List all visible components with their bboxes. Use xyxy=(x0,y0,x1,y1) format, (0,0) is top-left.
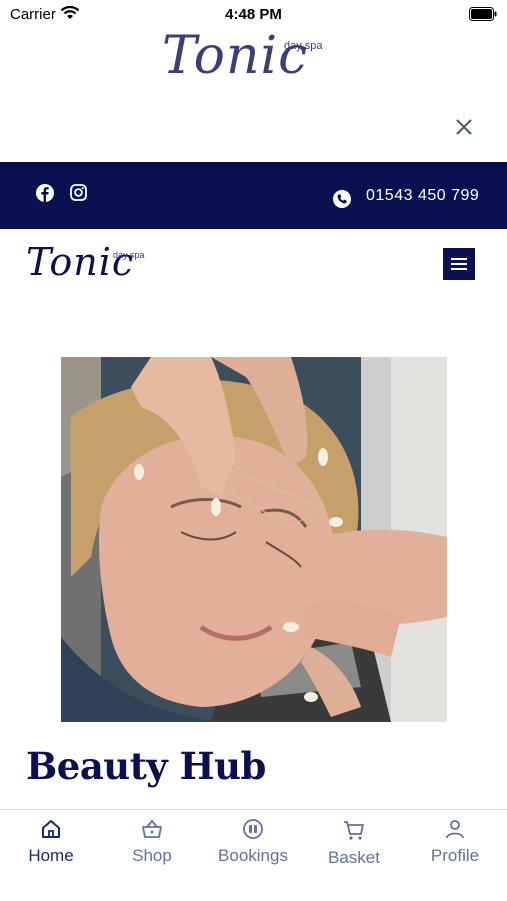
menu-line xyxy=(451,263,467,265)
cart-icon xyxy=(344,821,364,840)
tab-shop[interactable]: Shop xyxy=(102,818,202,866)
tab-home-label: Home xyxy=(28,846,74,865)
phone-number-link[interactable]: 01543 450 799 xyxy=(366,187,479,205)
profile-icon xyxy=(446,820,464,839)
hero-image xyxy=(61,357,447,722)
tab-basket[interactable]: Basket xyxy=(304,818,404,868)
battery-icon xyxy=(469,7,497,21)
home-icon xyxy=(42,820,60,838)
phone-icon xyxy=(333,190,351,208)
facebook-icon[interactable] xyxy=(36,184,54,202)
page-title: Beauty Hub xyxy=(26,744,266,788)
status-time: 4:48 PM xyxy=(225,6,282,23)
site-logo[interactable]: Tonic day spa xyxy=(26,240,156,290)
hamburger-menu-button[interactable] xyxy=(443,248,475,280)
site-logo-text: Tonic xyxy=(26,240,135,284)
tab-bookings-label: Bookings xyxy=(218,846,288,865)
menu-line xyxy=(451,268,467,270)
instagram-icon[interactable] xyxy=(70,184,87,201)
menu-line xyxy=(451,258,467,260)
logo-text: Tonic xyxy=(162,26,309,86)
tab-basket-label: Basket xyxy=(328,848,380,867)
site-logo-subtitle: day spa xyxy=(113,250,145,260)
tab-home[interactable]: Home xyxy=(1,818,101,866)
basket-icon xyxy=(142,819,162,838)
tab-shop-label: Shop xyxy=(132,846,172,865)
logo-subtitle: day spa xyxy=(284,40,323,52)
header-logo: Tonic day spa xyxy=(162,26,342,96)
close-icon[interactable] xyxy=(453,116,475,138)
tab-profile-label: Profile xyxy=(430,846,480,865)
tab-profile[interactable]: Profile xyxy=(405,818,505,866)
tab-bookings[interactable]: Bookings xyxy=(203,818,303,866)
status-bar: Carrier 4:48 PM xyxy=(0,0,507,28)
bookings-icon xyxy=(243,819,263,839)
